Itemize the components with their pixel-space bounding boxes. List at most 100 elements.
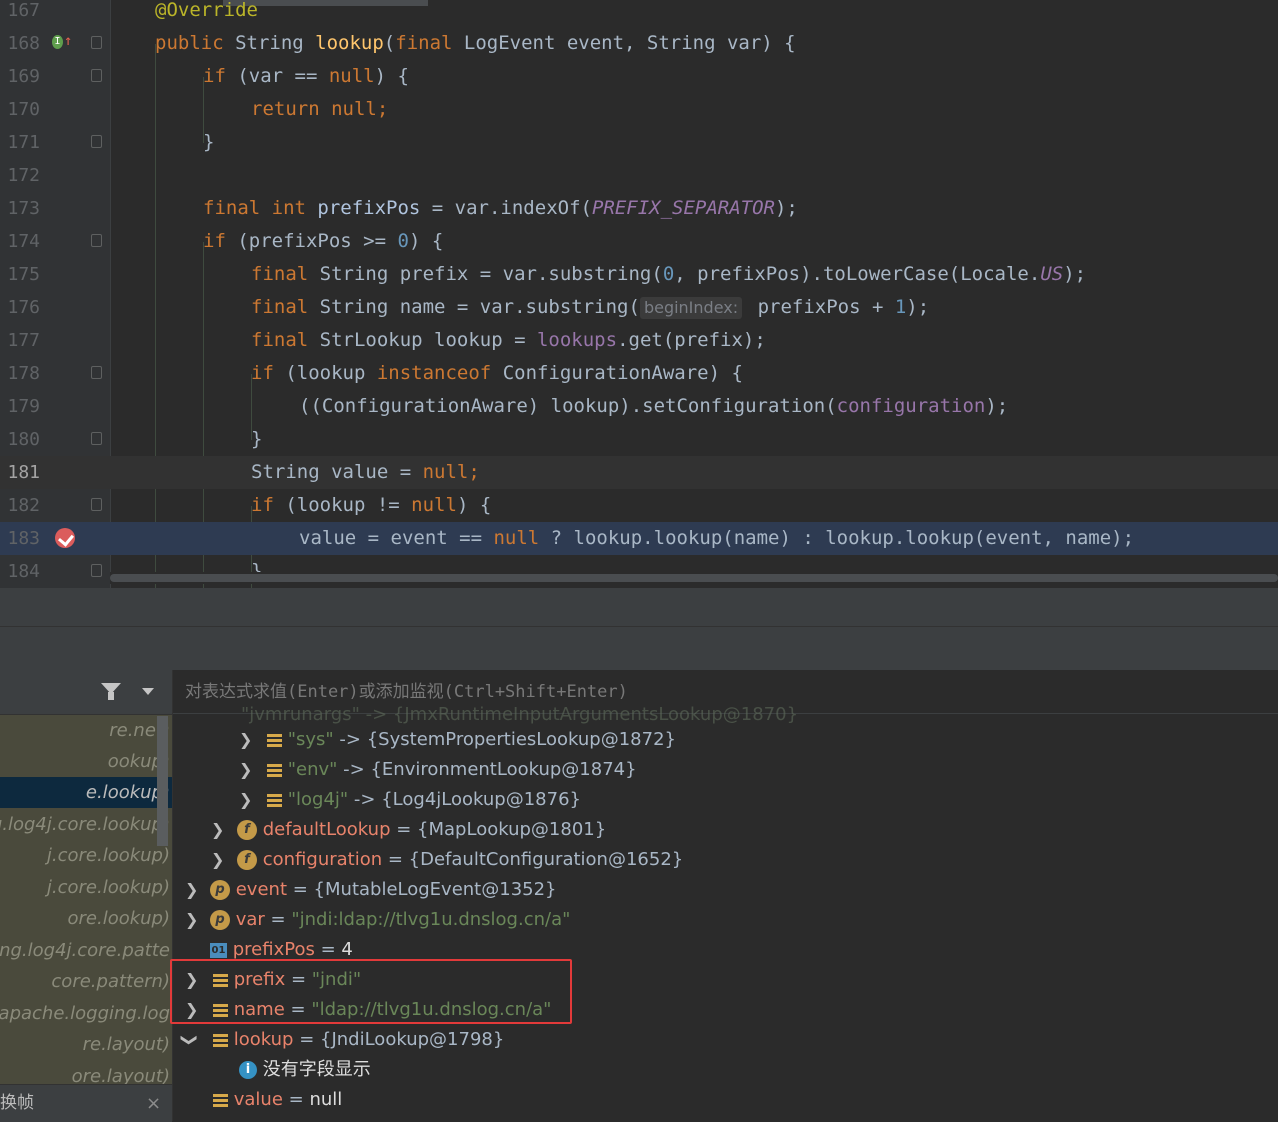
map-entry-icon (267, 763, 282, 777)
chevron-down-icon[interactable] (142, 688, 154, 695)
fold-marker-icon[interactable] (91, 36, 102, 49)
frame-item[interactable]: core.pattern) (0, 966, 172, 997)
code-line-168[interactable]: 168 I ↑ public String lookup(final LogEv… (0, 27, 1278, 60)
line-number: 182 (7, 495, 40, 516)
frame-item[interactable]: ookup) (0, 746, 172, 777)
code-text: @Override (155, 0, 258, 21)
frame-item[interactable]: .apache.logging.log (0, 998, 172, 1029)
code-text: } (251, 428, 263, 450)
code-text: String value = null; (251, 461, 480, 483)
code-text: ((ConfigurationAware) lookup).setConfigu… (299, 395, 1009, 417)
code-line-181-current[interactable]: 181 String value = null; (0, 456, 1278, 489)
chevron-down-icon[interactable]: ❯ (175, 1033, 205, 1046)
fold-marker-icon[interactable] (91, 234, 102, 247)
code-text: final String name = var.substring(beginI… (251, 296, 930, 319)
code-text: final int prefixPos = var.indexOf(PREFIX… (203, 197, 798, 219)
annotation-highlight-box (170, 959, 572, 1024)
horizontal-scrollbar[interactable] (110, 572, 1278, 584)
line-number: 178 (7, 363, 40, 384)
close-icon[interactable]: × (146, 1085, 161, 1122)
line-number: 177 (7, 330, 40, 351)
code-line-177[interactable]: 177 final StrLookup lookup = lookups.get… (0, 324, 1278, 357)
line-number: 173 (7, 198, 40, 219)
code-line-176[interactable]: 176 final String name = var.substring(be… (0, 291, 1278, 324)
chevron-right-icon[interactable]: ❯ (211, 815, 224, 845)
line-number: 175 (7, 264, 40, 285)
field-icon: f (237, 820, 257, 840)
fold-end-marker-icon[interactable] (91, 432, 102, 445)
code-line-173[interactable]: 173 final int prefixPos = var.indexOf(PR… (0, 192, 1278, 225)
code-line-171[interactable]: 171 } (0, 126, 1278, 159)
filter-icon-stem (108, 692, 114, 700)
frames-list[interactable]: re.net) ookup) e.lookup) g.log4j.core.lo… (0, 715, 172, 1085)
variable-row-value[interactable]: value = null (213, 1085, 342, 1115)
frame-item[interactable]: g.log4j.core.lookup) (0, 809, 172, 840)
line-number: 184 (7, 561, 40, 582)
variables-panel: 对表达式求值(Enter)或添加监视(Ctrl+Shift+Enter) "jv… (172, 670, 1278, 1121)
scrollbar-thumb[interactable] (110, 574, 1278, 582)
implements-method-icon[interactable]: I (52, 35, 63, 49)
code-text: if (var == null) { (203, 65, 409, 87)
code-text: return null; (251, 98, 389, 120)
code-line-174[interactable]: 174 if (prefixPos >= 0) { (0, 225, 1278, 258)
override-arrow-icon: ↑ (64, 33, 73, 49)
frames-panel: re.net) ookup) e.lookup) g.log4j.core.lo… (0, 670, 172, 1122)
code-text: value = event == null ? lookup.lookup(na… (299, 527, 1135, 549)
chevron-right-icon[interactable]: ❯ (185, 875, 198, 905)
code-text: if (lookup != null) { (251, 494, 492, 516)
frame-item[interactable]: ore.layout) (0, 1061, 172, 1085)
local-variable-icon (213, 1033, 228, 1047)
frame-item[interactable]: re.net) (0, 715, 172, 746)
no-fields-row: i 没有字段显示 (239, 1055, 371, 1085)
frame-item[interactable]: ging.log4j.core.patte (0, 935, 172, 966)
fold-end-marker-icon[interactable] (91, 564, 102, 577)
line-number: 183 (7, 528, 40, 549)
code-line-167[interactable]: 167 @Override (0, 0, 1278, 27)
frame-item[interactable]: j.core.lookup) (0, 840, 172, 871)
chevron-right-icon[interactable]: ❯ (239, 725, 252, 755)
line-number: 168 (7, 33, 40, 54)
frame-item-selected[interactable]: e.lookup) (0, 777, 172, 808)
parameter-icon: p (210, 880, 230, 900)
breakpoint-icon[interactable] (55, 528, 75, 548)
chevron-right-icon[interactable]: ❯ (239, 785, 252, 815)
code-editor[interactable]: 167 @Override 168 I ↑ public String look… (0, 0, 1278, 588)
code-line-170[interactable]: 170 return null; (0, 93, 1278, 126)
field-icon: f (237, 850, 257, 870)
code-line-175[interactable]: 175 final String prefix = var.substring(… (0, 258, 1278, 291)
chevron-right-icon[interactable]: ❯ (185, 905, 198, 935)
info-icon: i (239, 1061, 257, 1079)
line-number: 167 (7, 0, 40, 21)
frame-item[interactable]: j.core.lookup) (0, 872, 172, 903)
code-line-179[interactable]: 179 ((ConfigurationAware) lookup).setCon… (0, 390, 1278, 423)
parameter-hint: beginIndex: (639, 297, 743, 319)
switch-frames-bar[interactable]: 换帧 × (0, 1084, 172, 1122)
chevron-right-icon[interactable]: ❯ (211, 845, 224, 875)
primitive-icon: 01 (210, 942, 227, 958)
chevron-right-icon[interactable]: ❯ (239, 755, 252, 785)
switch-frames-label: 换帧 (0, 1093, 34, 1113)
frame-item[interactable]: re.layout) (0, 1029, 172, 1060)
code-text: if (prefixPos >= 0) { (203, 230, 444, 252)
local-variable-icon (213, 1093, 228, 1107)
code-line-182[interactable]: 182 if (lookup != null) { (0, 489, 1278, 522)
code-text: final String prefix = var.substring(0, p… (251, 263, 1087, 285)
code-line-183-breakpoint[interactable]: 183 value = event == null ? lookup.looku… (0, 522, 1278, 555)
line-number: 171 (7, 132, 40, 153)
code-text: if (lookup instanceof ConfigurationAware… (251, 362, 743, 384)
fold-marker-icon[interactable] (91, 498, 102, 511)
code-line-172[interactable]: 172 (0, 159, 1278, 192)
fold-marker-icon[interactable] (91, 366, 102, 379)
fold-marker-icon[interactable] (91, 69, 102, 82)
line-number: 170 (7, 99, 40, 120)
code-line-169[interactable]: 169 if (var == null) { (0, 60, 1278, 93)
line-number: 176 (7, 297, 40, 318)
code-line-178[interactable]: 178 if (lookup instanceof ConfigurationA… (0, 357, 1278, 390)
fold-end-marker-icon[interactable] (91, 135, 102, 148)
tool-window-header (0, 588, 1278, 626)
frames-scrollbar[interactable] (157, 716, 168, 846)
line-number: 169 (7, 66, 40, 87)
debugger-toolbar (0, 626, 1278, 671)
frame-item[interactable]: ore.lookup) (0, 903, 172, 934)
code-line-180[interactable]: 180 } (0, 423, 1278, 456)
